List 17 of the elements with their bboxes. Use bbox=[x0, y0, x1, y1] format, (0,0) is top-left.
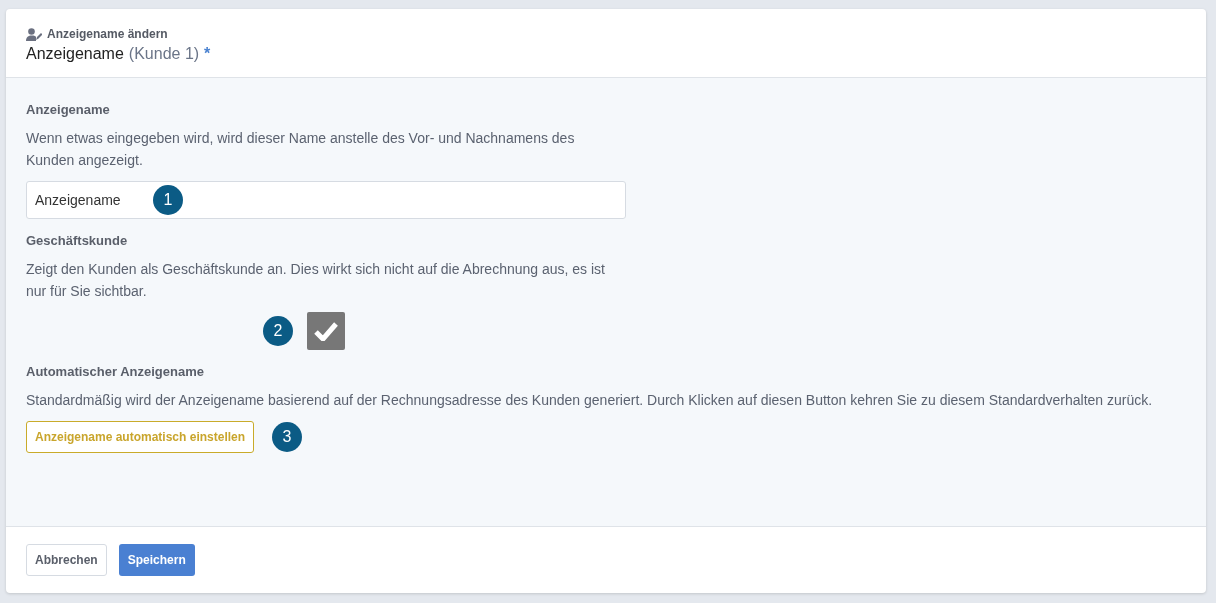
section-heading: Automatischer Anzeigename bbox=[26, 364, 205, 379]
save-button[interactable]: Speichern bbox=[118, 544, 195, 576]
title-context: (Kunde 1) bbox=[128, 45, 200, 63]
checkbox[interactable] bbox=[307, 312, 345, 350]
check-icon bbox=[314, 321, 338, 341]
dialog-title: Anzeigename bbox=[26, 45, 124, 63]
step-marker: 2 bbox=[263, 316, 293, 346]
cancel-button[interactable]: Abbrechen bbox=[26, 544, 107, 576]
section-description: Standardmäßig wird der Anzeigename basierend auf der Rechnungsadresse des Kunden generiert. Durch Klicken auf diesen Button kehren Sie zu diesem Standardverhalten zurück. bbox=[26, 391, 1154, 410]
dialog-subtitle: Anzeigename ändern bbox=[47, 27, 168, 41]
user-edit-icon bbox=[26, 27, 42, 41]
section-description: Zeigt den Kunden als Geschäftskunde an. Dies wirkt sich nicht auf die Abrechnung aus, es ist nur für Sie sichtbar. bbox=[26, 260, 606, 301]
step-marker: 3 bbox=[272, 422, 303, 452]
section-heading: Anzeigename bbox=[26, 102, 111, 117]
required-mark: * bbox=[204, 45, 211, 63]
section-description: Wenn etwas eingegeben wird, wird dieser Name anstelle des Vor- und Nachnamens des Kunden angezeigt. bbox=[26, 129, 576, 170]
section-heading: Geschäftskunde bbox=[26, 233, 129, 248]
